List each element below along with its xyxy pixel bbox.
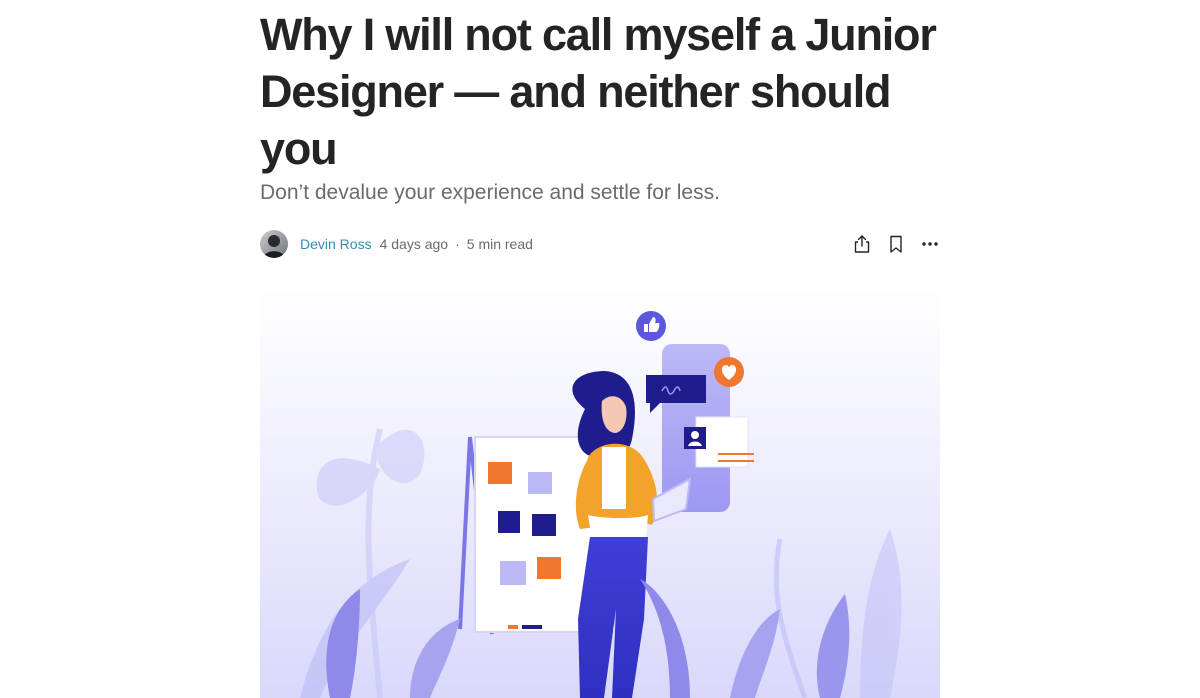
meta-separator: · — [455, 236, 460, 252]
avatar[interactable] — [260, 230, 288, 258]
heart-icon — [714, 357, 744, 387]
hero-illustration — [260, 289, 940, 698]
article-subtitle: Don’t devalue your experience and settle… — [260, 181, 720, 204]
byline: Devin Ross 4 days ago · 5 min read — [260, 229, 942, 259]
bookmark-icon — [890, 235, 902, 253]
more-button[interactable] — [918, 232, 942, 256]
author-link[interactable]: Devin Ross — [300, 236, 372, 252]
read-time: 5 min read — [466, 236, 533, 252]
more-icon — [922, 242, 938, 246]
article-actions — [850, 232, 942, 256]
article-title: Why I will not call myself a Junior Desi… — [260, 9, 937, 174]
woman-with-tablet-illustration — [260, 289, 940, 698]
bookmark-button[interactable] — [884, 232, 908, 256]
published-date: 4 days ago — [379, 236, 449, 252]
share-button[interactable] — [850, 232, 874, 256]
like-icon — [636, 311, 666, 341]
share-icon — [854, 235, 870, 253]
avatar-image — [260, 230, 288, 258]
